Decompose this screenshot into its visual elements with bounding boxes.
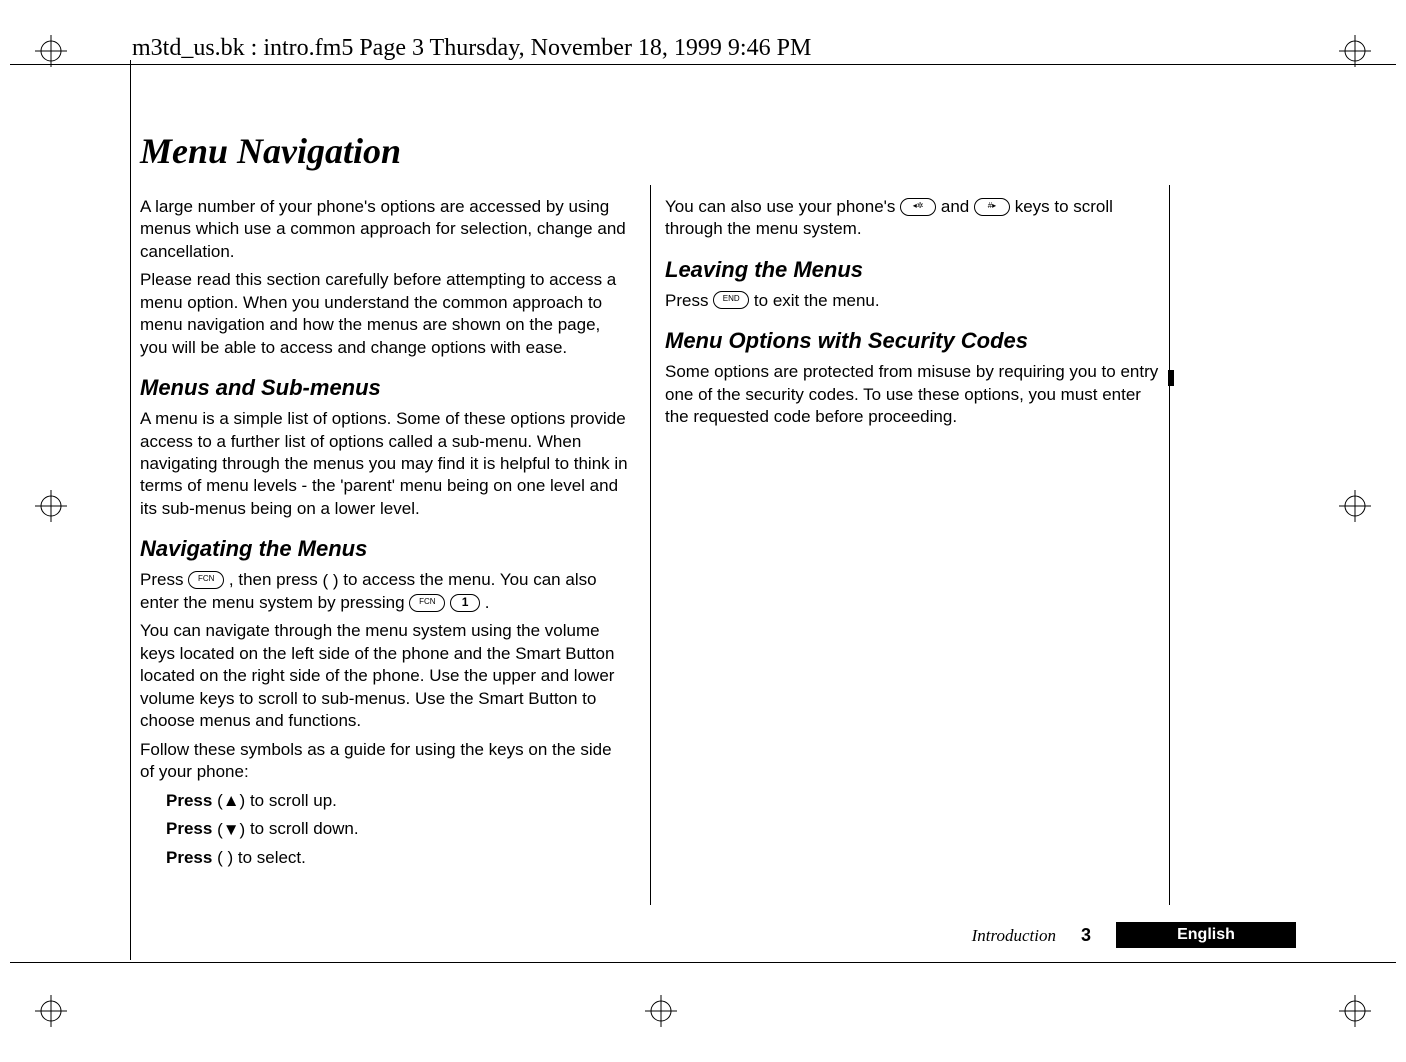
text: , then press bbox=[229, 570, 323, 589]
list-item: Press (▲) to scroll up. bbox=[166, 790, 630, 813]
body-text: A large number of your phone's options a… bbox=[140, 196, 630, 263]
footer-section: Introduction bbox=[972, 926, 1056, 946]
one-key-icon: 1 bbox=[450, 594, 480, 612]
body-text: You can also use your phone's ◂✲ and #▸ … bbox=[665, 196, 1165, 241]
registration-mark-icon bbox=[645, 995, 677, 1027]
body-text: Follow these symbols as a guide for usin… bbox=[140, 739, 630, 784]
smart-button-key-icon: ( ) bbox=[217, 847, 233, 869]
page: m3td_us.bk : intro.fm5 Page 3 Thursday, … bbox=[0, 0, 1406, 1062]
registration-mark-icon bbox=[1339, 995, 1371, 1027]
star-key-icon: ◂✲ bbox=[900, 198, 936, 216]
footer-page-number: 3 bbox=[1081, 925, 1091, 946]
column-left: A large number of your phone's options a… bbox=[140, 190, 630, 876]
text: to select. bbox=[238, 848, 306, 867]
heading-leaving: Leaving the Menus bbox=[665, 255, 1165, 284]
page-footer: Introduction 3 English bbox=[140, 924, 1406, 952]
list-item: Press (▼) to scroll down. bbox=[166, 818, 630, 841]
registration-mark-icon bbox=[1339, 35, 1371, 67]
rule-right bbox=[1169, 185, 1170, 905]
document-header: m3td_us.bk : intro.fm5 Page 3 Thursday, … bbox=[132, 35, 811, 62]
fcn-key-icon: FCN bbox=[188, 571, 224, 589]
column-right: You can also use your phone's ◂✲ and #▸ … bbox=[665, 190, 1165, 435]
body-text: Press FCN , then press ( ) to access the… bbox=[140, 569, 630, 614]
registration-mark-icon bbox=[1339, 490, 1371, 522]
text: to scroll up. bbox=[250, 791, 337, 810]
text: to exit the menu. bbox=[754, 291, 880, 310]
body-text: You can navigate through the menu system… bbox=[140, 620, 630, 732]
registration-mark-icon bbox=[35, 490, 67, 522]
volume-up-key-icon: (▲) bbox=[217, 790, 245, 812]
rule-bottom bbox=[10, 962, 1396, 963]
heading-menus: Menus and Sub-menus bbox=[140, 373, 630, 402]
text: You can also use your phone's bbox=[665, 197, 900, 216]
body-text: Press END to exit the menu. bbox=[665, 290, 1165, 312]
heading-navigating: Navigating the Menus bbox=[140, 534, 630, 563]
heading-security: Menu Options with Security Codes bbox=[665, 326, 1165, 355]
volume-down-key-icon: (▼) bbox=[217, 819, 245, 841]
hash-key-icon: #▸ bbox=[974, 198, 1010, 216]
press-label: Press bbox=[166, 819, 212, 838]
end-key-icon: END bbox=[713, 291, 749, 309]
body-text: A menu is a simple list of options. Some… bbox=[140, 408, 630, 520]
column-divider bbox=[650, 185, 651, 905]
change-bar-icon bbox=[1168, 370, 1174, 386]
press-label: Press bbox=[166, 791, 212, 810]
page-title: Menu Navigation bbox=[140, 130, 401, 172]
registration-mark-icon bbox=[35, 35, 67, 67]
text: . bbox=[485, 593, 490, 612]
rule-left bbox=[130, 60, 131, 960]
body-text: Please read this section carefully befor… bbox=[140, 269, 630, 359]
fcn-key-icon: FCN bbox=[409, 594, 445, 612]
text: Press bbox=[665, 291, 713, 310]
text: and bbox=[941, 197, 974, 216]
text: Press bbox=[140, 570, 188, 589]
text: to scroll down. bbox=[250, 819, 359, 838]
list-item: Press ( ) to select. bbox=[166, 847, 630, 870]
body-text: Some options are protected from misuse b… bbox=[665, 361, 1165, 428]
registration-mark-icon bbox=[35, 995, 67, 1027]
side-key-icon: ( ) bbox=[322, 570, 338, 592]
rule-top bbox=[10, 64, 1396, 65]
press-label: Press bbox=[166, 848, 212, 867]
footer-language-badge: English bbox=[1116, 922, 1296, 948]
